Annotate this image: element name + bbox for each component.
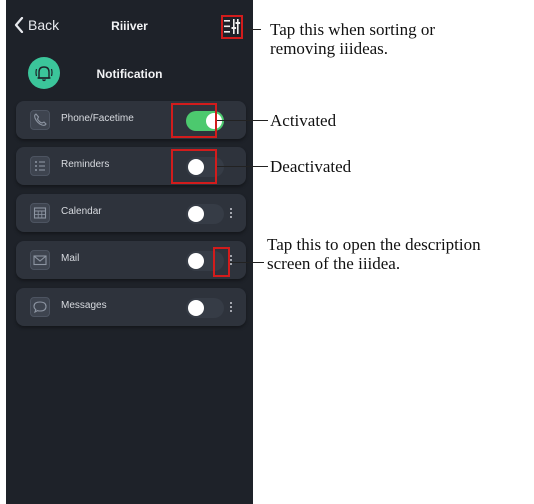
toggle-switch[interactable] bbox=[186, 204, 224, 224]
calendar-icon bbox=[30, 203, 50, 223]
toggle-knob bbox=[188, 206, 204, 222]
sort-leader-line bbox=[243, 29, 261, 30]
top-bar: Back Riiiver bbox=[6, 0, 253, 52]
description-annotation-line2: screen of the iiidea. bbox=[267, 254, 401, 273]
sort-annotation-line2: removing iiideas. bbox=[270, 39, 389, 58]
list-item[interactable]: Calendar bbox=[16, 194, 246, 232]
activated-leader-line bbox=[217, 120, 268, 121]
activated-toggle-highlight bbox=[171, 103, 217, 138]
mail-icon bbox=[30, 250, 50, 270]
deactivated-toggle-highlight bbox=[171, 149, 217, 184]
item-label: Mail bbox=[61, 253, 80, 264]
deactivated-annotation: Deactivated bbox=[270, 157, 352, 176]
sort-button-highlight bbox=[221, 15, 243, 39]
item-label: Reminders bbox=[61, 159, 110, 170]
description-annotation-line1: Tap this to open the description bbox=[267, 235, 481, 254]
list-item[interactable]: Mail bbox=[16, 241, 246, 279]
more-options-button[interactable] bbox=[227, 298, 235, 316]
activated-annotation: Activated bbox=[270, 111, 337, 130]
app-title: Riiiver bbox=[111, 19, 148, 33]
list-icon bbox=[30, 156, 50, 176]
sort-annotation-line1: Tap this when sorting or bbox=[270, 20, 436, 39]
phone-icon bbox=[30, 110, 50, 130]
item-label: Phone/Facetime bbox=[61, 113, 134, 124]
description-leader-line bbox=[230, 262, 264, 263]
description-annotation: Tap this to open the description screen … bbox=[267, 235, 481, 273]
item-label: Messages bbox=[61, 300, 107, 311]
toggle-knob bbox=[188, 253, 204, 269]
toggle-knob bbox=[188, 300, 204, 316]
sort-annotation: Tap this when sorting or removing iiidea… bbox=[270, 20, 435, 58]
toggle-switch[interactable] bbox=[186, 298, 224, 318]
message-icon bbox=[30, 297, 50, 317]
more-options-button[interactable] bbox=[227, 204, 235, 222]
deactivated-leader-line bbox=[217, 166, 268, 167]
list-item[interactable]: Messages bbox=[16, 288, 246, 326]
more-button-highlight bbox=[213, 247, 230, 277]
screen-title: Notification bbox=[96, 67, 163, 81]
item-label: Calendar bbox=[61, 206, 102, 217]
